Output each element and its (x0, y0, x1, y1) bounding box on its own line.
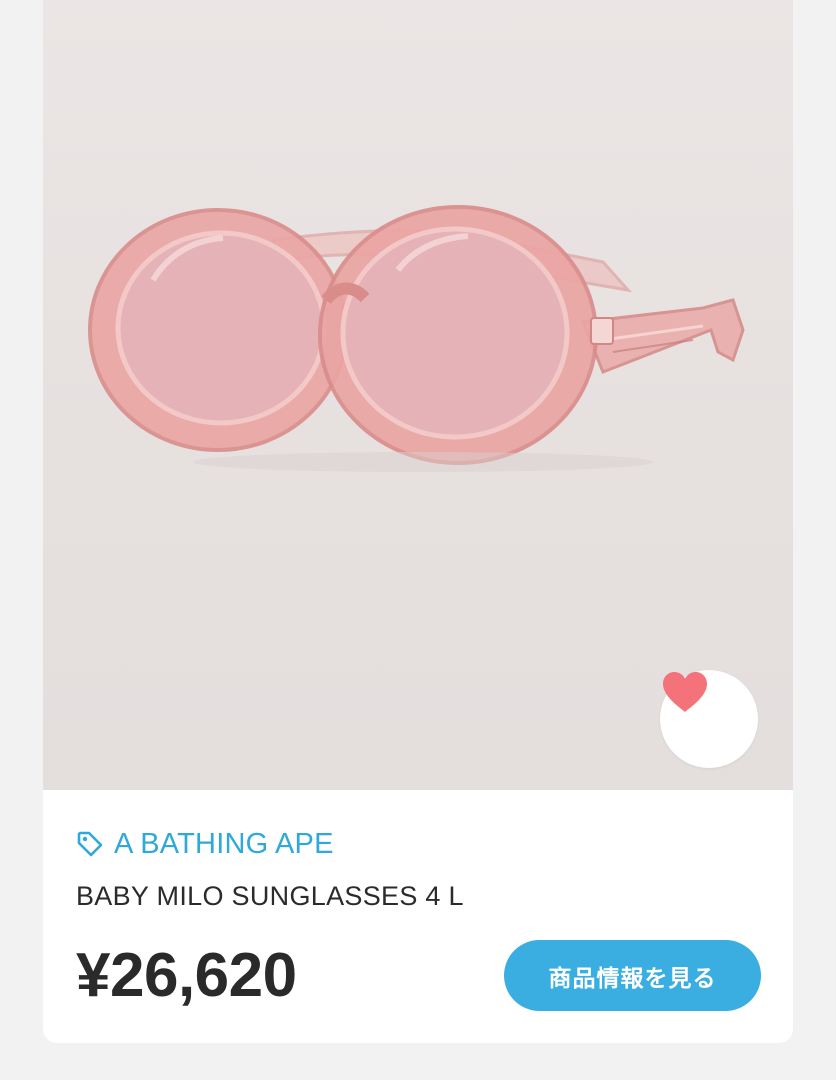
tag-icon (77, 831, 103, 857)
brand-link[interactable]: A BATHING APE (76, 824, 334, 864)
brand-name[interactable]: A BATHING APE (114, 828, 334, 861)
product-card[interactable]: A BATHING APE BABY MILO SUNGLASSES 4 L ¥… (43, 0, 793, 1043)
heart-icon (663, 672, 707, 712)
product-price: ¥26,620 (76, 941, 297, 1010)
product-name: BABY MILO SUNGLASSES 4 L (76, 881, 464, 911)
view-product-details-button[interactable]: 商品情報を見る (504, 940, 761, 1011)
favorite-button[interactable] (660, 670, 758, 768)
product-image[interactable] (43, 0, 793, 790)
